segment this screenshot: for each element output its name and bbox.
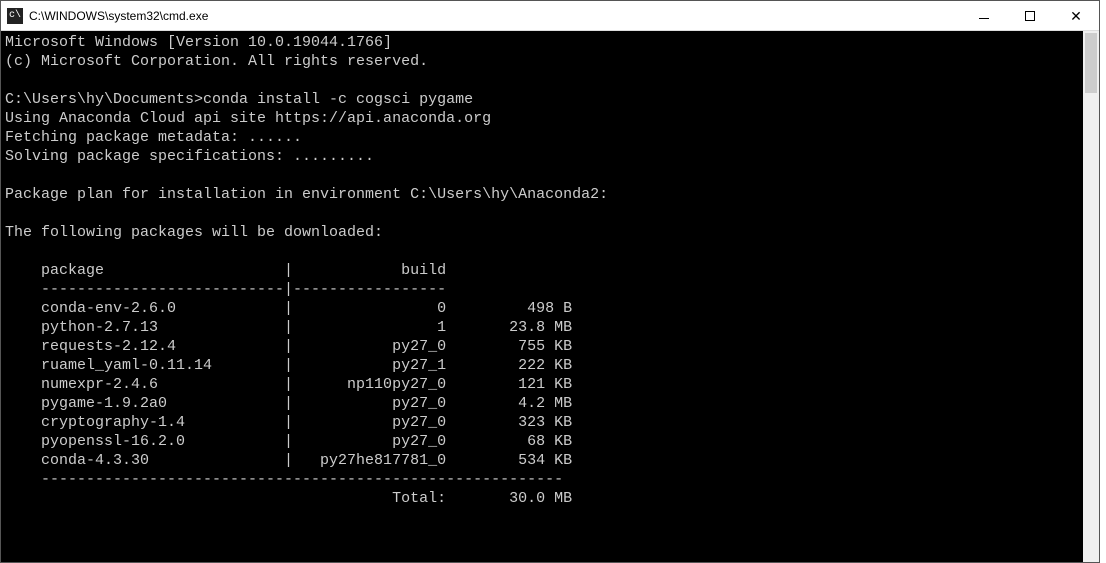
close-icon: ✕ (1070, 9, 1082, 23)
close-button[interactable]: ✕ (1053, 1, 1099, 31)
cmd-icon: c\ (7, 8, 23, 24)
titlebar[interactable]: c\ C:\WINDOWS\system32\cmd.exe ✕ (1, 1, 1099, 31)
minimize-button[interactable] (961, 1, 1007, 31)
window-title: C:\WINDOWS\system32\cmd.exe (29, 9, 208, 23)
scrollbar-thumb[interactable] (1085, 33, 1097, 93)
maximize-button[interactable] (1007, 1, 1053, 31)
cmd-window: c\ C:\WINDOWS\system32\cmd.exe ✕ Microso… (0, 0, 1100, 563)
terminal-text: Microsoft Windows [Version 10.0.19044.17… (1, 31, 1099, 510)
vertical-scrollbar[interactable] (1083, 31, 1099, 562)
maximize-icon (1025, 11, 1035, 21)
minimize-icon (979, 18, 989, 19)
terminal-area[interactable]: Microsoft Windows [Version 10.0.19044.17… (1, 31, 1099, 562)
